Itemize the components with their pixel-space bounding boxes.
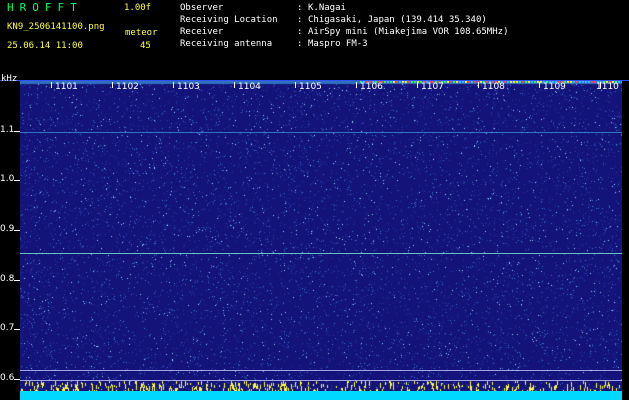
band-marker-lower xyxy=(20,380,622,381)
app-version: 1.00f xyxy=(124,3,152,13)
y-tick xyxy=(14,329,20,330)
y-tick xyxy=(14,379,20,380)
y-tick xyxy=(14,280,20,281)
spectrogram-noise xyxy=(20,81,622,400)
y-tick xyxy=(14,230,20,231)
y-tick xyxy=(14,131,20,132)
y-tick-label: 0.9 xyxy=(0,224,15,234)
observer-separator: : xyxy=(297,3,303,13)
antenna-label: Receiving antenna xyxy=(180,39,273,49)
receiver-separator: : xyxy=(297,27,303,37)
x-tick-label: 1109 xyxy=(543,82,566,92)
y-tick-label: 0.7 xyxy=(0,323,15,333)
y-axis-unit: kHz xyxy=(1,74,18,84)
hrofft-window: HROFFT 1.00f KN9_2506141100.png 25.06.14… xyxy=(0,0,629,400)
location-value: Chigasaki, Japan (139.414 35.340) xyxy=(308,15,487,25)
y-tick-label: 1.1 xyxy=(0,125,15,135)
x-tick xyxy=(478,82,479,88)
file-name: KN9_2506141100.png xyxy=(7,22,105,32)
receiver-label: Receiver xyxy=(180,27,224,37)
x-tick xyxy=(356,82,357,88)
x-tick xyxy=(295,82,296,88)
x-tick-label: 1104 xyxy=(238,82,261,92)
x-tick-label: 1110 xyxy=(596,82,619,92)
meteor-label: meteor xyxy=(125,28,158,38)
location-separator: : xyxy=(297,15,303,25)
x-tick-label: 1102 xyxy=(116,82,139,92)
antenna-separator: : xyxy=(297,39,303,49)
x-tick-label: 1105 xyxy=(299,82,322,92)
meteor-count: 45 xyxy=(140,41,151,51)
x-tick-label: 1101 xyxy=(55,82,78,92)
signal-line-carrier xyxy=(20,253,622,254)
antenna-value: Maspro FM-3 xyxy=(308,39,368,49)
y-tick-label: 0.8 xyxy=(0,274,15,284)
x-tick-label: 1107 xyxy=(421,82,444,92)
timestamp: 25.06.14 11:00 xyxy=(7,41,83,51)
y-tick-label: 1.0 xyxy=(0,174,15,184)
bottom-cyan-band xyxy=(20,391,622,400)
y-tick xyxy=(14,180,20,181)
observer-label: Observer xyxy=(180,3,224,13)
x-tick xyxy=(234,82,235,88)
signal-line-upper xyxy=(20,132,622,133)
app-title: HROFFT xyxy=(7,1,83,14)
band-marker-upper xyxy=(20,370,622,371)
x-tick-label: 1103 xyxy=(177,82,200,92)
x-tick xyxy=(173,82,174,88)
x-tick-label: 1106 xyxy=(360,82,383,92)
location-label: Receiving Location xyxy=(180,15,278,25)
x-tick-label: 1108 xyxy=(482,82,505,92)
receiver-value: AirSpy mini (Miakejima VOR 108.65MHz) xyxy=(308,27,509,37)
x-tick xyxy=(417,82,418,88)
y-tick-label: 0.6 xyxy=(0,373,15,383)
spectrogram-plot xyxy=(20,81,622,400)
observer-value: K.Nagai xyxy=(308,3,346,13)
x-tick xyxy=(539,82,540,88)
x-tick xyxy=(112,82,113,88)
x-tick xyxy=(51,82,52,88)
